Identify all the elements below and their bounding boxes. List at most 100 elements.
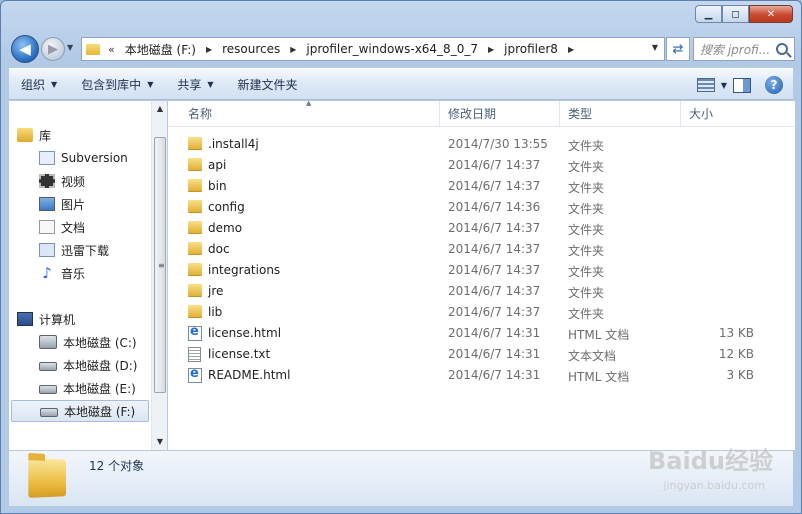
column-type[interactable]: 类型 <box>560 101 681 127</box>
system-drive-icon <box>39 335 57 349</box>
nav-drive-e[interactable]: 本地磁盘 (E:) <box>39 377 136 399</box>
organize-button[interactable]: 组织 ▼ <box>9 69 69 99</box>
file-row[interactable]: license.txt 2014/6/7 14:31 文本文档 12 KB <box>168 344 795 365</box>
maximize-button[interactable]: ◻ <box>722 5 749 23</box>
nav-item-documents[interactable]: 文档 <box>39 216 85 238</box>
file-name: integrations <box>208 263 281 277</box>
file-row[interactable]: .install4j 2014/7/30 13:55 文件夹 <box>168 134 795 155</box>
forward-button[interactable]: ▶ <box>41 37 65 61</box>
folder-icon <box>86 43 100 55</box>
file-row[interactable]: doc 2014/6/7 14:37 文件夹 <box>168 239 795 260</box>
nav-library-label: 库 <box>39 128 52 143</box>
file-size: 12 KB <box>718 347 754 361</box>
file-type: 文件夹 <box>568 265 605 279</box>
new-folder-button[interactable]: 新建文件夹 <box>226 69 310 99</box>
minimize-button[interactable]: ▁ <box>695 5 722 23</box>
file-row[interactable]: bin 2014/6/7 14:37 文件夹 <box>168 176 795 197</box>
html-file-icon <box>188 366 202 383</box>
folder-icon <box>28 458 67 498</box>
file-name: doc <box>208 242 230 256</box>
file-size: 13 KB <box>718 326 754 340</box>
file-date: 2014/6/7 14:37 <box>448 263 541 277</box>
breadcrumb-resources[interactable]: resources <box>222 42 280 56</box>
file-name: README.html <box>208 368 291 382</box>
nav-drive-f[interactable]: 本地磁盘 (F:) <box>11 400 149 422</box>
file-name: license.txt <box>208 347 271 361</box>
file-row[interactable]: api 2014/6/7 14:37 文件夹 <box>168 155 795 176</box>
help-icon[interactable]: ? <box>765 76 783 94</box>
nav-item-subversion[interactable]: Subversion <box>39 147 128 169</box>
file-type: 文件夹 <box>568 223 605 237</box>
file-type: HTML 文档 <box>568 328 630 342</box>
nav-item-pictures[interactable]: 图片 <box>39 193 85 215</box>
address-row: ◀ ▶ ▼ « 本地磁盘 (F:) ▶ resources ▶ jprofile… <box>9 31 795 65</box>
nav-item-videos[interactable]: 视频 <box>39 170 85 192</box>
subversion-icon <box>39 151 55 165</box>
chevron-right-icon[interactable]: ▶ <box>206 45 212 54</box>
file-date: 2014/6/7 14:37 <box>448 284 541 298</box>
recent-pages-dropdown[interactable]: ▼ <box>67 43 73 52</box>
chevron-right-icon[interactable]: ▶ <box>568 45 574 54</box>
folder-icon <box>188 263 202 276</box>
include-in-library-button[interactable]: 包含到库中 ▼ <box>69 69 165 99</box>
folder-icon <box>188 221 202 234</box>
column-size[interactable]: 大小 <box>681 101 795 127</box>
file-type: 文本文档 <box>568 349 617 363</box>
nav-library[interactable]: 库 <box>17 124 51 146</box>
column-date[interactable]: 修改日期 <box>440 101 560 127</box>
new-folder-label: 新建文件夹 <box>237 77 298 92</box>
search-input[interactable]: 搜索 jprofi... <box>693 37 795 61</box>
nav-item-label: 本地磁盘 (C:) <box>63 335 137 350</box>
breadcrumb-overflow[interactable]: « <box>108 43 115 56</box>
file-type: 文件夹 <box>568 286 605 300</box>
folder-icon <box>188 242 202 255</box>
nav-item-thunder-downloads[interactable]: 迅雷下载 <box>39 239 109 261</box>
preview-pane-icon[interactable] <box>733 77 751 93</box>
caption-buttons: ▁ ◻ ✕ <box>695 5 793 23</box>
breadcrumb-jprofiler-windows[interactable]: jprofiler_windows-x64_8_0_7 <box>306 42 478 56</box>
text-file-icon <box>188 347 201 362</box>
nav-scrollbar[interactable]: ▲ ≡ ▼ <box>151 101 167 450</box>
file-row[interactable]: jre 2014/6/7 14:37 文件夹 <box>168 281 795 302</box>
file-row[interactable]: config 2014/6/7 14:36 文件夹 <box>168 197 795 218</box>
folder-icon <box>188 284 202 297</box>
file-name: demo <box>208 221 243 235</box>
object-count: 12 个对象 <box>89 459 145 473</box>
file-row[interactable]: integrations 2014/6/7 14:37 文件夹 <box>168 260 795 281</box>
nav-computer[interactable]: 计算机 <box>17 308 75 330</box>
file-row[interactable]: README.html 2014/6/7 14:31 HTML 文档 3 KB <box>168 365 795 386</box>
file-type: 文件夹 <box>568 244 605 258</box>
chevron-right-icon[interactable]: ▶ <box>290 45 296 54</box>
breadcrumb-jprofiler8[interactable]: jprofiler8 <box>504 42 558 56</box>
file-row[interactable]: demo 2014/6/7 14:37 文件夹 <box>168 218 795 239</box>
picture-icon <box>39 197 55 211</box>
scroll-up-icon[interactable]: ▲ <box>152 101 168 117</box>
refresh-button[interactable]: ⇄ <box>666 37 690 61</box>
scrollbar-thumb[interactable]: ≡ <box>154 137 166 393</box>
breadcrumb-drive-f[interactable]: 本地磁盘 (F:) <box>125 41 196 58</box>
file-type: 文件夹 <box>568 181 605 195</box>
caret-down-icon[interactable]: ▼ <box>721 81 727 90</box>
close-button[interactable]: ✕ <box>749 5 793 23</box>
address-bar[interactable]: « 本地磁盘 (F:) ▶ resources ▶ jprofiler_wind… <box>81 37 665 61</box>
chevron-right-icon[interactable]: ▶ <box>488 45 494 54</box>
share-button[interactable]: 共享 ▼ <box>165 69 225 99</box>
chevron-down-icon[interactable]: ▼ <box>652 43 658 52</box>
file-name: api <box>208 158 227 172</box>
folder-icon <box>188 158 202 171</box>
nav-item-label: 文档 <box>61 220 86 235</box>
nav-drive-c[interactable]: 本地磁盘 (C:) <box>39 331 137 353</box>
file-name: config <box>208 200 245 214</box>
search-icon[interactable] <box>776 43 788 55</box>
scroll-down-icon[interactable]: ▼ <box>152 434 168 450</box>
file-row[interactable]: lib 2014/6/7 14:37 文件夹 <box>168 302 795 323</box>
back-button[interactable]: ◀ <box>11 35 39 63</box>
nav-item-label: 迅雷下载 <box>61 243 110 258</box>
column-name[interactable]: 名称 <box>180 101 440 127</box>
nav-item-music[interactable]: ♪ 音乐 <box>39 262 85 284</box>
file-type: 文件夹 <box>568 160 605 174</box>
file-row[interactable]: license.html 2014/6/7 14:31 HTML 文档 13 KB <box>168 323 795 344</box>
nav-drive-d[interactable]: 本地磁盘 (D:) <box>39 354 137 376</box>
view-options-icon[interactable] <box>696 78 715 92</box>
file-name: license.html <box>208 326 282 340</box>
